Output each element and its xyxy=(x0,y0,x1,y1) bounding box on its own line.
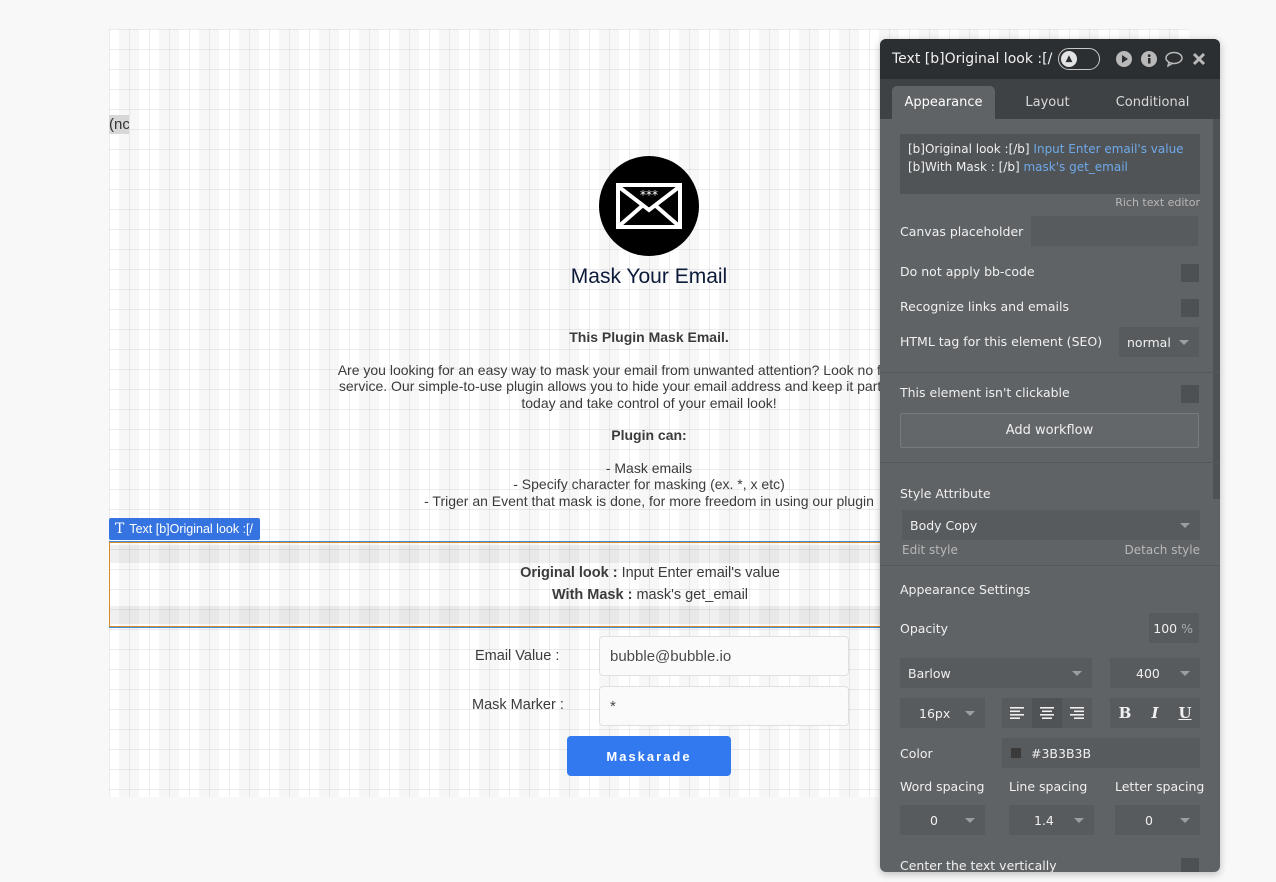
font-family-value: Barlow xyxy=(908,665,951,681)
comment-icon[interactable] xyxy=(1165,50,1183,68)
tab-appearance[interactable]: Appearance xyxy=(892,86,995,119)
color-value: #3B3B3B xyxy=(1031,745,1092,761)
chevron-down-icon xyxy=(1180,818,1190,823)
center-vertically-label: Center the text vertically xyxy=(900,858,1057,872)
text-content-editor[interactable]: [b]Original look :[/b] Input Enter email… xyxy=(900,134,1200,194)
tab-layout[interactable]: Layout xyxy=(995,86,1100,119)
align-center-icon[interactable] xyxy=(1032,698,1062,728)
color-picker[interactable]: #3B3B3B xyxy=(1002,738,1200,768)
truncated-element-tag[interactable]: (nc xyxy=(109,115,129,134)
italic-button[interactable]: I xyxy=(1140,698,1170,728)
tab-conditional[interactable]: Conditional xyxy=(1100,86,1205,119)
detach-style-link[interactable]: Detach style xyxy=(1125,543,1200,557)
divider xyxy=(880,372,1220,373)
style-attribute-label: Style Attribute xyxy=(900,486,991,501)
logo-stars: *** xyxy=(640,188,658,202)
appearance-settings-label: Appearance Settings xyxy=(900,582,1031,597)
line-spacing-dropdown[interactable]: 1.4 xyxy=(1009,805,1094,835)
close-icon[interactable] xyxy=(1190,50,1208,68)
original-look-label: Original look : xyxy=(520,565,618,581)
font-size-value: 16px xyxy=(919,705,951,721)
color-label: Color xyxy=(900,746,933,761)
selected-element-name: Text [b]Original look :[/ xyxy=(129,522,254,536)
static-text: [b]Original look :[/b] xyxy=(908,142,1034,156)
word-spacing-value: 0 xyxy=(930,812,938,828)
rich-text-editor-link[interactable]: Rich text editor xyxy=(1115,196,1200,209)
panel-tabs: Appearance Layout Conditional xyxy=(880,79,1220,119)
html-tag-value: normal xyxy=(1127,334,1171,350)
with-mask-value: mask's get_email xyxy=(632,587,749,603)
letter-spacing-label: Letter spacing xyxy=(1115,779,1205,794)
chevron-down-icon xyxy=(1180,523,1190,528)
html-tag-dropdown[interactable]: normal xyxy=(1119,327,1199,357)
center-vertically-checkbox[interactable] xyxy=(1181,858,1199,872)
line-spacing-label: Line spacing xyxy=(1009,779,1088,794)
recognize-links-checkbox[interactable] xyxy=(1181,299,1199,317)
text-element-icon: T xyxy=(115,521,125,537)
chevron-down-icon xyxy=(1072,671,1082,676)
color-swatch xyxy=(1011,748,1021,758)
opacity-value: 100 xyxy=(1153,620,1178,636)
panel-header[interactable]: Text [b]Original look :[/ ▲ xyxy=(880,39,1220,79)
opacity-label: Opacity xyxy=(900,621,949,636)
chevron-down-icon xyxy=(1180,671,1190,676)
with-mask-label: With Mask : xyxy=(551,587,633,603)
static-text: [b]With Mask : [/b] xyxy=(908,160,1024,174)
align-left-icon[interactable] xyxy=(1002,698,1032,728)
no-bbcode-label: Do not apply bb-code xyxy=(900,264,1035,279)
panel-body: [b]Original look :[/b] Input Enter email… xyxy=(880,119,1220,872)
word-spacing-label: Word spacing xyxy=(900,779,985,794)
text-style-group: B I U xyxy=(1110,698,1200,728)
maskarade-button[interactable]: Maskarade xyxy=(567,736,731,776)
opacity-input[interactable]: 100 % xyxy=(1149,613,1199,643)
dynamic-expression[interactable]: mask's get_email xyxy=(1023,160,1127,174)
chevron-down-icon xyxy=(965,818,975,823)
add-workflow-button[interactable]: Add workflow xyxy=(900,413,1199,448)
selected-element-label[interactable]: T Text [b]Original look :[/ xyxy=(109,518,261,540)
edit-style-link[interactable]: Edit style xyxy=(902,543,958,557)
line-spacing-value: 1.4 xyxy=(1034,812,1054,828)
no-bbcode-checkbox[interactable] xyxy=(1181,264,1199,282)
flask-icon: ▲ xyxy=(1061,51,1077,67)
canvas-placeholder-input[interactable] xyxy=(1031,216,1198,246)
mask-marker-label: Mask Marker : xyxy=(472,697,564,713)
html-tag-label: HTML tag for this element (SEO) xyxy=(900,334,1103,349)
font-weight-dropdown[interactable]: 400 xyxy=(1110,658,1200,688)
divider xyxy=(880,462,1220,463)
text-align-group xyxy=(1002,698,1092,728)
letter-spacing-dropdown[interactable]: 0 xyxy=(1115,805,1200,835)
mask-marker-input[interactable]: * xyxy=(599,686,849,726)
test-mode-toggle[interactable]: ▲ xyxy=(1058,48,1100,70)
info-icon[interactable] xyxy=(1140,50,1158,68)
chevron-down-icon xyxy=(965,711,975,716)
style-value: Body Copy xyxy=(910,517,978,533)
not-clickable-label: This element isn't clickable xyxy=(900,385,1070,400)
divider xyxy=(880,565,1220,566)
dynamic-expression[interactable]: Input Enter email's value xyxy=(1033,142,1183,156)
not-clickable-checkbox[interactable] xyxy=(1181,385,1199,403)
font-size-dropdown[interactable]: 16px xyxy=(900,698,985,728)
play-icon[interactable] xyxy=(1115,50,1133,68)
chevron-down-icon xyxy=(1074,818,1084,823)
email-input[interactable]: bubble@bubble.io xyxy=(599,636,849,676)
email-value-label: Email Value : xyxy=(475,648,560,664)
original-look-value: Input Enter email's value xyxy=(617,565,780,581)
align-right-icon[interactable] xyxy=(1062,698,1092,728)
chevron-down-icon xyxy=(1179,340,1189,345)
recognize-links-label: Recognize links and emails xyxy=(900,299,1069,314)
opacity-unit: % xyxy=(1181,620,1193,636)
word-spacing-dropdown[interactable]: 0 xyxy=(900,805,985,835)
underline-button[interactable]: U xyxy=(1170,698,1200,728)
font-family-dropdown[interactable]: Barlow xyxy=(900,658,1092,688)
font-weight-value: 400 xyxy=(1136,665,1160,681)
panel-title: Text [b]Original look :[/ xyxy=(892,51,1053,67)
canvas-placeholder-label: Canvas placeholder xyxy=(900,224,1024,239)
bold-button[interactable]: B xyxy=(1110,698,1140,728)
property-editor-panel: Text [b]Original look :[/ ▲ Appearance L… xyxy=(880,39,1220,872)
letter-spacing-value: 0 xyxy=(1145,812,1153,828)
style-dropdown[interactable]: Body Copy xyxy=(902,510,1200,540)
masked-envelope-icon: *** xyxy=(599,156,699,256)
